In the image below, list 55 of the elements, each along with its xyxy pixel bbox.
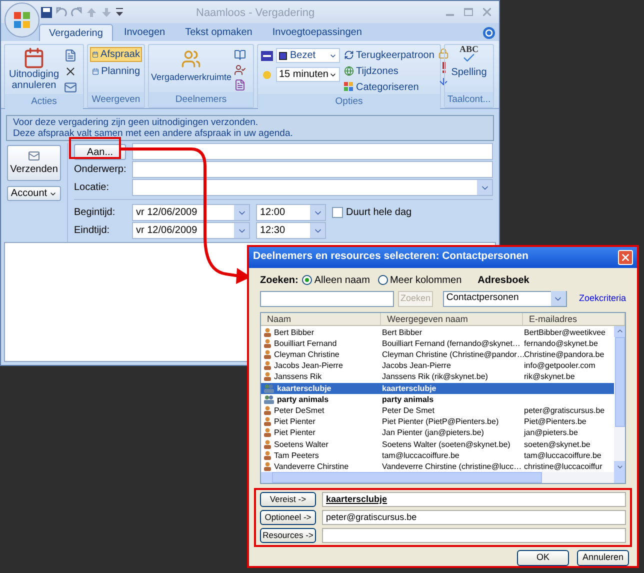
group-label: Weergeven xyxy=(88,92,144,107)
group-label: Taalcont... xyxy=(445,92,493,107)
contact-display-name: Janssens Rik (rik@skynet.be) xyxy=(381,371,489,382)
contact-name: kaartersclubje xyxy=(277,382,332,394)
contact-name: Tam Peeters xyxy=(274,450,319,461)
contact-display-name: Vandeverre Chirstine (christine@lucc… xyxy=(381,460,523,472)
contact-name: Piet Pienter xyxy=(274,416,316,428)
contact-email: christine@luccacoiffur xyxy=(523,460,602,472)
contact-display-name: kaartersclubje xyxy=(381,382,438,394)
dialog-title: Deelnemers en resources selecteren: Contactpersonen xyxy=(253,249,528,264)
all-day-label: Duurt hele dag xyxy=(346,206,412,220)
start-label: Begintijd: xyxy=(74,206,116,220)
contact-display-name: Bouilliart Fernand (fernando@skynet… xyxy=(381,338,522,349)
contact-email: fernando@skynet.be xyxy=(523,338,598,349)
location-label: Locatie: xyxy=(74,181,110,195)
contact-email: Piet@Pienters.be xyxy=(523,416,586,428)
contact-name: Bert Bibber xyxy=(274,326,314,338)
contact-display-name: Peter De Smet xyxy=(381,404,436,416)
contact-email: Christine@pandora.be xyxy=(524,349,604,360)
contact-email: info@getpooler.com xyxy=(523,360,596,372)
info-text: Deze afspraak valt samen met een andere afspraak in uw agenda. xyxy=(13,128,294,139)
contact-name: Vandeverre Chirstine xyxy=(274,460,349,472)
contact-display-name: tam@luccacoiffure.be xyxy=(381,450,460,461)
contact-name: Janssens Rik xyxy=(274,371,322,382)
contact-email: jan@pieters.be xyxy=(523,427,578,438)
contact-display-name: Soetens Walter (soeten@skynet.be) xyxy=(381,438,512,450)
group-label: Opties xyxy=(258,94,440,109)
contact-name: party animals xyxy=(277,394,329,405)
contact-display-name: Bert Bibber xyxy=(381,326,424,338)
contact-name: Peter DeSmet xyxy=(274,404,324,416)
contact-name: Piet Pienter xyxy=(274,427,316,438)
radio-label: Meer kolommen xyxy=(390,274,462,288)
contact-name: Soetens Walter xyxy=(274,438,328,450)
addressbook-label: Adresboek xyxy=(478,274,530,288)
contact-email: soeten@skynet.be xyxy=(523,438,590,450)
window-title: Naamloos - Vergadering xyxy=(196,6,315,21)
contact-display-name: Jan Pienter (jan@pieters.be) xyxy=(381,427,485,438)
radio-label: Alleen naam xyxy=(314,274,370,288)
search-label: Zoeken: xyxy=(260,274,298,288)
contact-display-name: party animals xyxy=(381,394,435,405)
contact-email: rik@skynet.be xyxy=(523,371,575,382)
group-label: Deelnemers xyxy=(149,92,253,107)
subject-label: Onderwerp: xyxy=(74,163,126,177)
contact-name: Bouilliart Fernand xyxy=(274,338,337,349)
contact-display-name: Piet Pienter (PietP@Pienters.be) xyxy=(381,416,500,428)
contact-email: tam@luccacoiffure.be xyxy=(523,450,602,461)
contact-name: Cleyman Christine xyxy=(274,349,340,360)
end-label: Eindtijd: xyxy=(74,224,111,238)
contact-display-name: Cleyman Christine (Christine@pandor… xyxy=(381,349,523,360)
info-text: Voor deze vergadering zijn geen uitnodigingen verzonden. xyxy=(13,117,260,128)
contact-display-name: Jacobs Jean-Pierre xyxy=(381,360,452,372)
contact-email: BertBibber@weetikvee xyxy=(523,326,606,338)
group-label: Acties xyxy=(5,94,83,109)
contact-name: Jacobs Jean-Pierre xyxy=(274,360,343,372)
contact-email: peter@gratiscursus.be xyxy=(523,404,605,416)
